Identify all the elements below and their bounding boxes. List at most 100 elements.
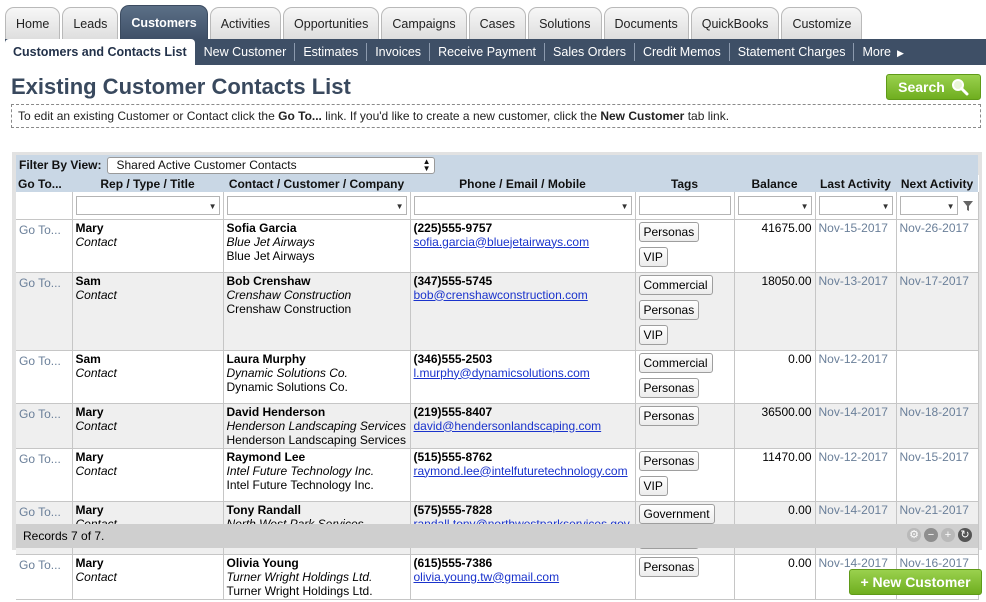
balance-value: 36500.00 (761, 404, 812, 419)
subnav-receive-payment[interactable]: Receive Payment (430, 43, 546, 61)
subnav-invoices[interactable]: Invoices (367, 43, 431, 61)
rep-filter-dropdown[interactable]: ▼ (75, 195, 220, 215)
column-header-balance[interactable]: Balance (734, 175, 815, 192)
subnav-label: Receive Payment (438, 45, 537, 59)
rep-name: Mary (75, 220, 104, 235)
last-activity-date: Nov-12-2017 (818, 351, 888, 366)
subnav-more[interactable]: More ▶ (854, 43, 911, 61)
goto-link[interactable]: Go To... (19, 452, 61, 466)
tag-personas[interactable]: Personas (638, 377, 700, 398)
column-header-phone-email-mobile[interactable]: Phone / Email / Mobile (410, 175, 635, 192)
goto-link[interactable]: Go To... (19, 354, 61, 368)
subnav-new-customer[interactable]: New Customer (196, 43, 296, 61)
tab-opportunities[interactable]: Opportunities (283, 7, 380, 39)
company-name: Intel Future Technology Inc. (226, 477, 374, 492)
goto-link[interactable]: Go To... (19, 558, 61, 572)
goto-link[interactable]: Go To... (19, 505, 61, 519)
filter-bar: Filter By View: Shared Active Customer C… (16, 155, 978, 175)
column-header-tags[interactable]: Tags (635, 175, 734, 192)
contact-cell: David Henderson Henderson Landscaping Ser… (223, 403, 411, 449)
records-footer: Records 7 of 7. ⚙ − + ↻ (16, 524, 978, 548)
column-header-contact-customer-company[interactable]: Contact / Customer / Company (223, 175, 410, 192)
pager-controls: ⚙ − + ↻ (907, 528, 972, 542)
tag-commercial[interactable]: Commercial (638, 274, 713, 295)
customer-name: Crenshaw Construction (226, 287, 352, 302)
column-header-last-activity[interactable]: Last Activity (815, 175, 896, 192)
contact-filter-dropdown[interactable]: ▼ (226, 195, 407, 215)
tab-home[interactable]: Home (5, 7, 61, 39)
balance-cell: 0.00 (734, 350, 816, 404)
refresh-icon[interactable]: ↻ (958, 528, 972, 542)
last-activity-cell: Nov-13-2017 (815, 272, 897, 351)
subnav-customers-and-contacts-list[interactable]: Customers and Contacts List (5, 39, 195, 65)
tag-personas[interactable]: Personas (638, 450, 700, 471)
tag-vip[interactable]: VIP (638, 324, 668, 345)
filter-view-select[interactable]: Shared Active Customer Contacts ▲ ▼ (107, 156, 436, 174)
tab-quickbooks[interactable]: QuickBooks (690, 7, 780, 39)
settings-gear-icon[interactable]: ⚙ (907, 528, 921, 542)
tag-commercial[interactable]: Commercial (638, 352, 713, 373)
tag-vip[interactable]: VIP (638, 246, 668, 267)
tag-personas[interactable]: Personas (638, 299, 700, 320)
remove-icon[interactable]: − (924, 528, 938, 542)
balance-filter-dropdown[interactable]: ▼ (737, 195, 812, 215)
last-activity-cell: Nov-12-2017 (815, 448, 897, 502)
phone-number: (346)555-2503 (413, 351, 493, 366)
add-icon[interactable]: + (941, 528, 955, 542)
rep-name: Sam (75, 273, 101, 288)
tab-activities[interactable]: Activities (209, 7, 282, 39)
search-button[interactable]: Search (886, 74, 981, 100)
clear-filter-icon[interactable] (962, 200, 974, 212)
tag-personas[interactable]: Personas (638, 556, 700, 577)
balance-cell: 0.00 (734, 554, 816, 600)
email-link[interactable]: david@hendersonlandscaping.com (414, 419, 632, 433)
tab-customers[interactable]: Customers (120, 5, 208, 39)
info-text-2: link. If you'd like to create a new cust… (321, 109, 601, 123)
email-link[interactable]: raymond.lee@intelfuturetechnology.com (414, 464, 632, 478)
tab-customize[interactable]: Customize (781, 7, 863, 39)
next-activity-filter-dropdown[interactable]: ▼ (899, 195, 958, 215)
column-header-go-to[interactable]: Go To... (16, 175, 72, 192)
tab-campaigns[interactable]: Campaigns (381, 7, 467, 39)
subnav-estimates[interactable]: Estimates (295, 43, 368, 61)
tab-solutions[interactable]: Solutions (528, 7, 602, 39)
records-count: Records 7 of 7. (23, 529, 105, 543)
goto-link[interactable]: Go To... (19, 407, 61, 421)
filter-view-value: Shared Active Customer Contacts (116, 157, 297, 172)
next-activity-cell: Nov-18-2017 (896, 403, 979, 449)
tag-vip[interactable]: VIP (638, 475, 668, 496)
customer-name: Dynamic Solutions Co. (226, 365, 348, 380)
column-header-next-activity[interactable]: Next Activity (896, 175, 978, 192)
filter-cell-tags (635, 192, 735, 220)
tag-personas[interactable]: Personas (638, 221, 700, 242)
goto-link[interactable]: Go To... (19, 223, 61, 237)
table-row: Go To... Mary Contact David Henderson Hender… (16, 403, 979, 449)
dropdown-arrow-icon: ▼ (208, 201, 217, 211)
contact-name: Sofia Garcia (226, 220, 297, 235)
subnav-statement-charges[interactable]: Statement Charges (730, 43, 855, 61)
tab-cases[interactable]: Cases (468, 7, 527, 39)
email-link[interactable]: olivia.young.tw@gmail.com (414, 570, 632, 584)
goto-link[interactable]: Go To... (19, 276, 61, 290)
next-activity-date: Nov-15-2017 (899, 449, 969, 464)
tag-personas[interactable]: Personas (638, 405, 700, 426)
tag-government[interactable]: Government (638, 503, 715, 524)
email-link[interactable]: sofia.garcia@bluejetairways.com (414, 235, 632, 249)
rep-name: Mary (75, 449, 104, 464)
tab-leads[interactable]: Leads (62, 7, 119, 39)
last-activity-cell: Nov-12-2017 (815, 350, 897, 404)
dropdown-arrow-icon: ▼ (881, 201, 890, 211)
tags-filter-input[interactable] (638, 195, 731, 215)
filter-cell-balance: ▼ (734, 192, 816, 220)
subnav-sales-orders[interactable]: Sales Orders (545, 43, 635, 61)
column-header-rep-type-title[interactable]: Rep / Type / Title (72, 175, 223, 192)
last-activity-filter-dropdown[interactable]: ▼ (818, 195, 893, 215)
phone-filter-dropdown[interactable]: ▼ (413, 195, 632, 215)
email-link[interactable]: l.murphy@dynamicsolutions.com (414, 366, 632, 380)
subnav-credit-memos[interactable]: Credit Memos (635, 43, 730, 61)
new-customer-button[interactable]: + New Customer (849, 569, 982, 595)
subnav-label: Sales Orders (553, 45, 626, 59)
email-link[interactable]: bob@crenshawconstruction.com (414, 288, 632, 302)
tab-documents[interactable]: Documents (603, 7, 689, 39)
filter-label: Filter By View: (19, 158, 102, 172)
